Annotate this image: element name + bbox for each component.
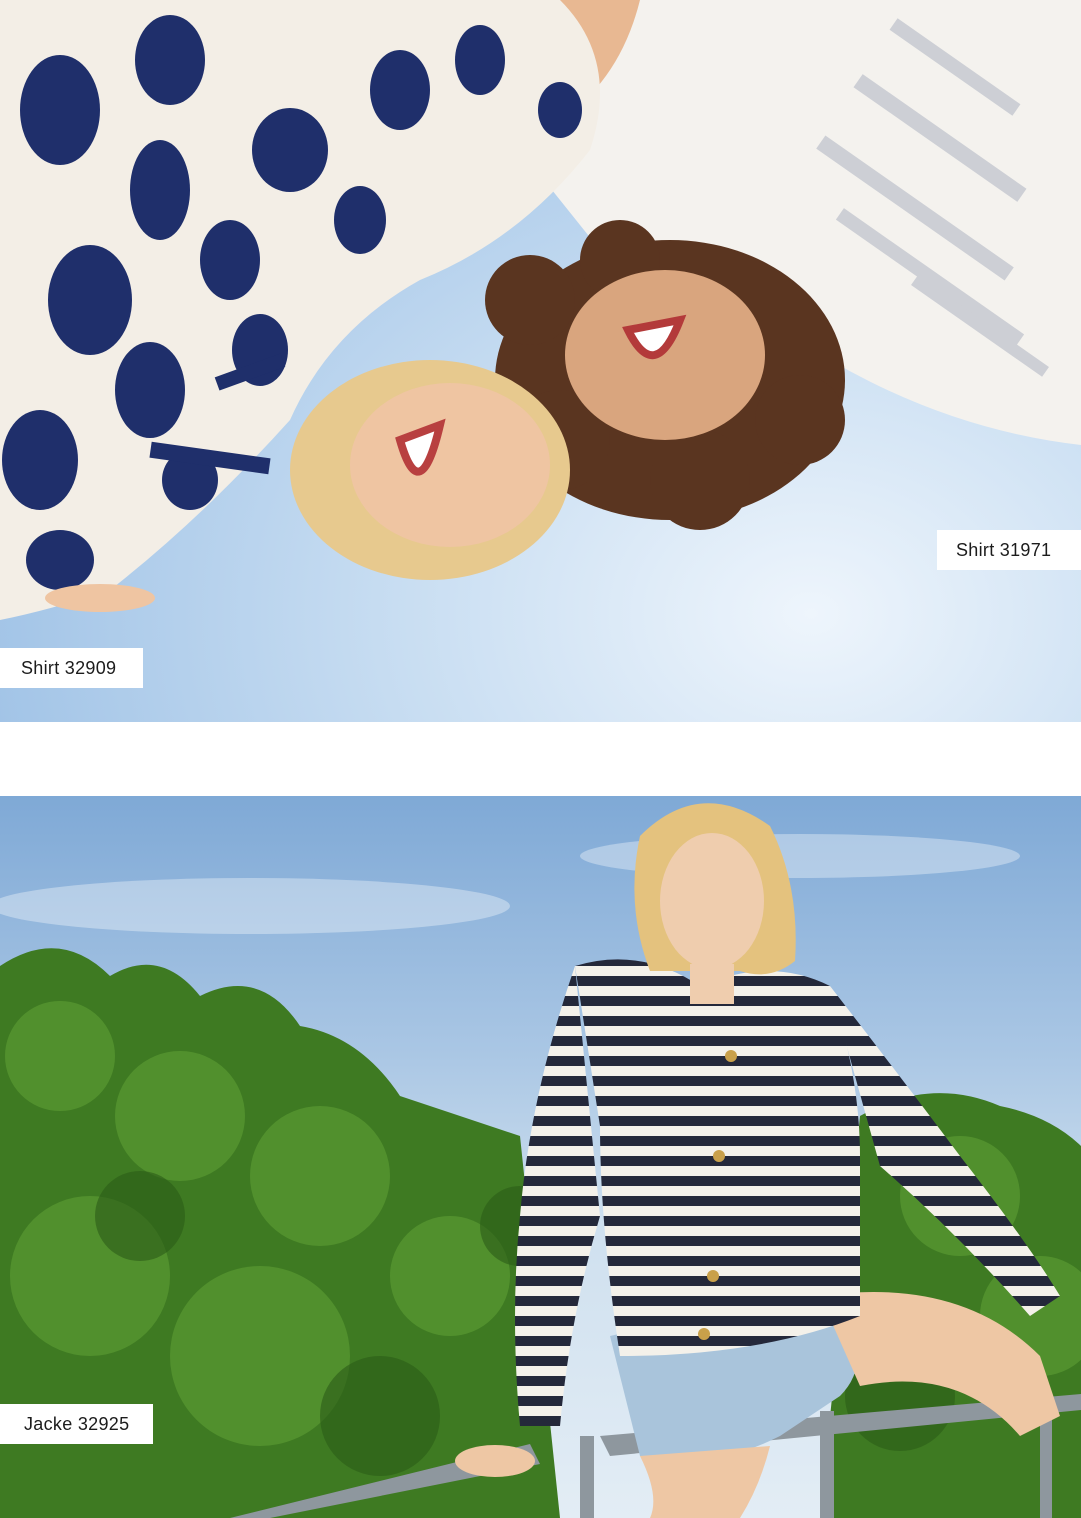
face-right	[565, 270, 765, 440]
face	[660, 833, 764, 969]
photo-top-illustration	[0, 0, 1081, 620]
hand-left	[45, 584, 155, 612]
neck	[690, 964, 734, 1004]
hand-on-railing	[455, 1445, 535, 1477]
face-left	[350, 383, 550, 547]
product-label-jacke-32925: Jacke 32925	[0, 1404, 153, 1444]
photo-two-women-sky: Shirt 31971 Shirt 32909	[0, 0, 1081, 722]
leg-left	[640, 1446, 770, 1518]
photo-bottom-illustration	[0, 803, 1081, 1518]
product-label-shirt-32909: Shirt 32909	[0, 648, 143, 688]
product-label-shirt-31971: Shirt 31971	[937, 530, 1081, 570]
clouds	[0, 834, 1020, 934]
photo-woman-striped-jacket: Jacke 32925	[0, 796, 1081, 1518]
